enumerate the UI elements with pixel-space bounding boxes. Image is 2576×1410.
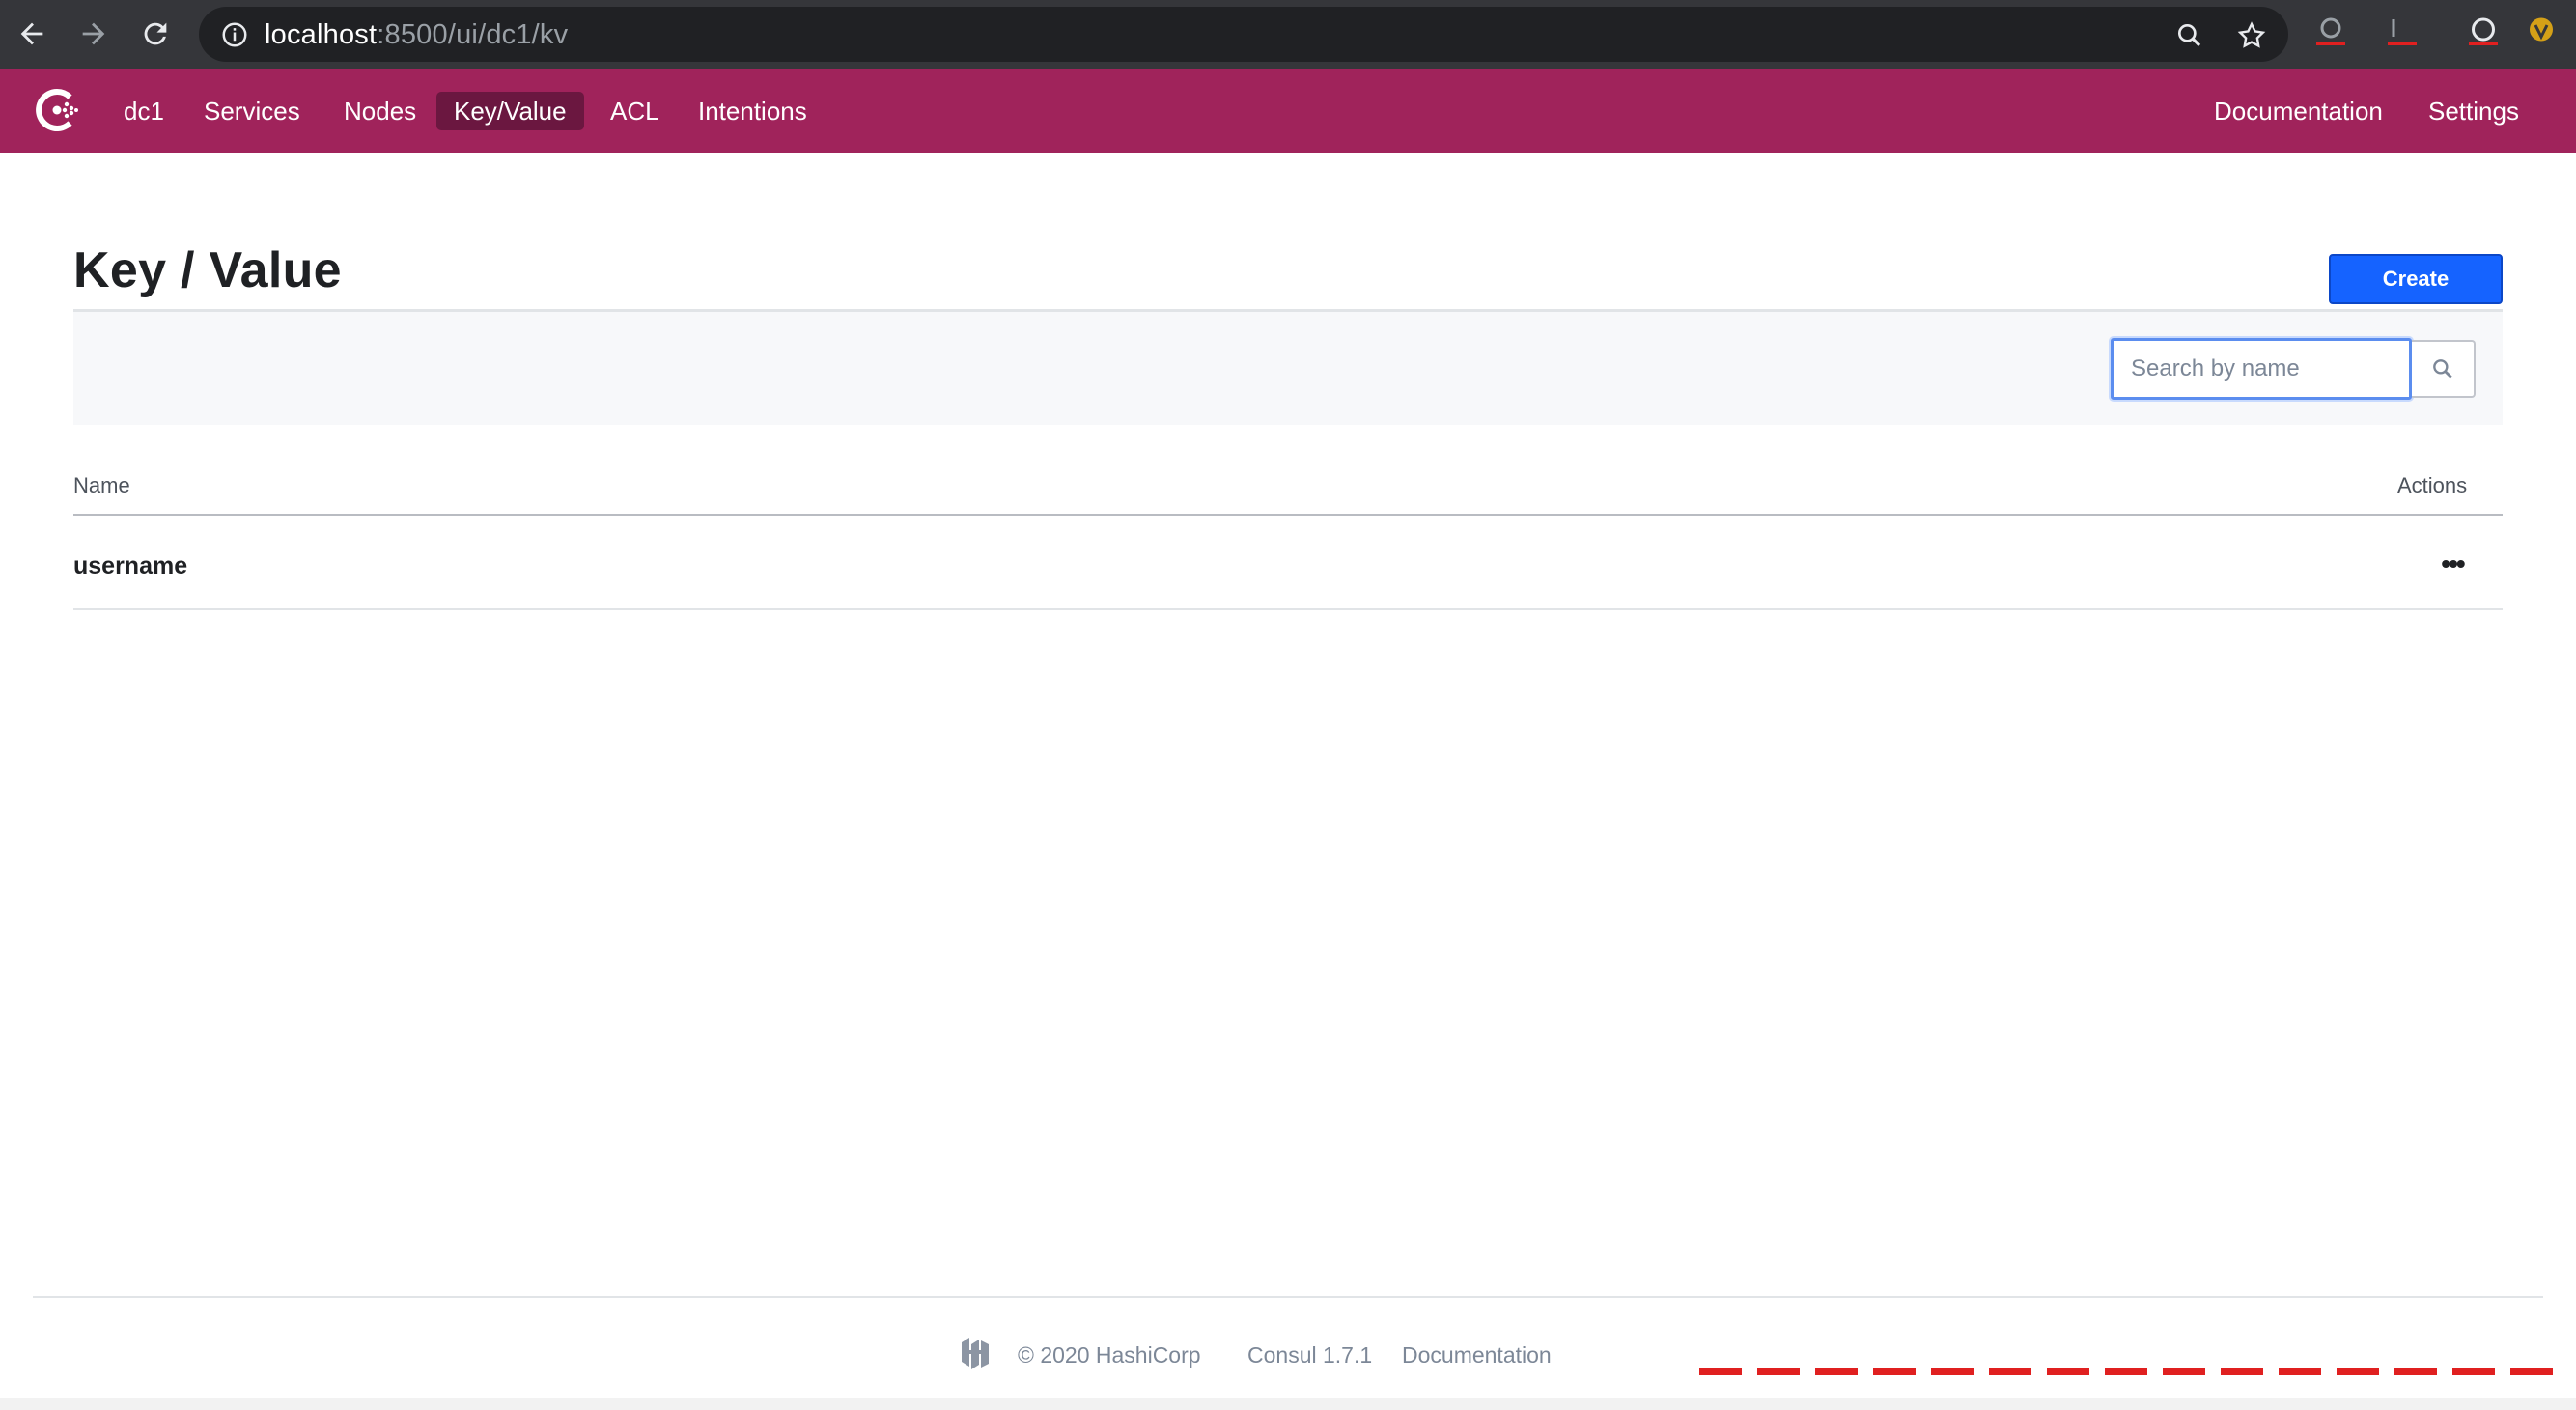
watermark-stroke: [1699, 1368, 2568, 1375]
nav-acl[interactable]: ACL: [593, 92, 677, 130]
table-row-name[interactable]: username: [73, 552, 187, 580]
arrow-left-icon: [20, 22, 43, 45]
back-button[interactable]: [10, 12, 54, 56]
extension-icon[interactable]: [2385, 14, 2420, 48]
address-bar[interactable]: localhost:8500/ui/dc1/kv: [199, 7, 2288, 62]
column-header-name[interactable]: Name: [73, 473, 130, 498]
nav-intentions[interactable]: Intentions: [681, 92, 825, 130]
reload-icon: [144, 22, 167, 45]
url-text: localhost:8500/ui/dc1/kv: [265, 19, 568, 51]
extension-icon[interactable]: [2313, 14, 2348, 48]
arrow-right-icon: [82, 22, 105, 45]
nav-services[interactable]: Services: [186, 92, 318, 130]
forward-button[interactable]: [71, 12, 116, 56]
footer-version[interactable]: Consul 1.7.1: [1247, 1342, 1372, 1368]
nav-documentation[interactable]: Documentation: [2197, 92, 2400, 130]
reload-button[interactable]: [133, 12, 178, 56]
star-icon[interactable]: [2236, 20, 2267, 51]
row-actions-menu[interactable]: •••: [2433, 545, 2472, 583]
footer-copyright: © 2020 HashiCorp: [1018, 1342, 1201, 1368]
browser-toolbar: localhost:8500/ui/dc1/kv: [0, 0, 2576, 69]
zoom-icon[interactable]: [2174, 20, 2205, 51]
app-header: dc1 Services Nodes Key/Value ACL Intenti…: [0, 69, 2576, 153]
consul-logo-icon[interactable]: [30, 83, 84, 137]
extension-icon[interactable]: [2466, 14, 2501, 48]
search-icon: [2433, 359, 2452, 379]
nav-key-value[interactable]: Key/Value: [436, 92, 584, 130]
nav-settings[interactable]: Settings: [2411, 92, 2536, 130]
hashicorp-logo-icon: [962, 1338, 989, 1369]
footer-divider: [33, 1296, 2543, 1298]
info-icon[interactable]: [220, 20, 249, 49]
search-button[interactable]: [2412, 340, 2476, 398]
page: localhost:8500/ui/dc1/kv dc1 Services No…: [0, 0, 2576, 1410]
url-path: :8500/ui/dc1/kv: [377, 19, 569, 50]
column-header-actions: Actions: [2397, 473, 2468, 497]
extension-icon[interactable]: [2524, 14, 2559, 48]
table-header-divider: [73, 514, 2503, 516]
datacenter-selector[interactable]: dc1: [106, 92, 182, 130]
url-host: localhost: [265, 19, 378, 50]
table-row-divider: [73, 608, 2503, 610]
create-button[interactable]: Create: [2329, 254, 2503, 304]
footer-documentation-link[interactable]: Documentation: [1402, 1342, 1552, 1368]
window-bottom-edge: [0, 1398, 2576, 1410]
nav-nodes[interactable]: Nodes: [326, 92, 434, 130]
page-title: Key / Value: [73, 242, 342, 298]
search-input[interactable]: [2111, 338, 2412, 400]
